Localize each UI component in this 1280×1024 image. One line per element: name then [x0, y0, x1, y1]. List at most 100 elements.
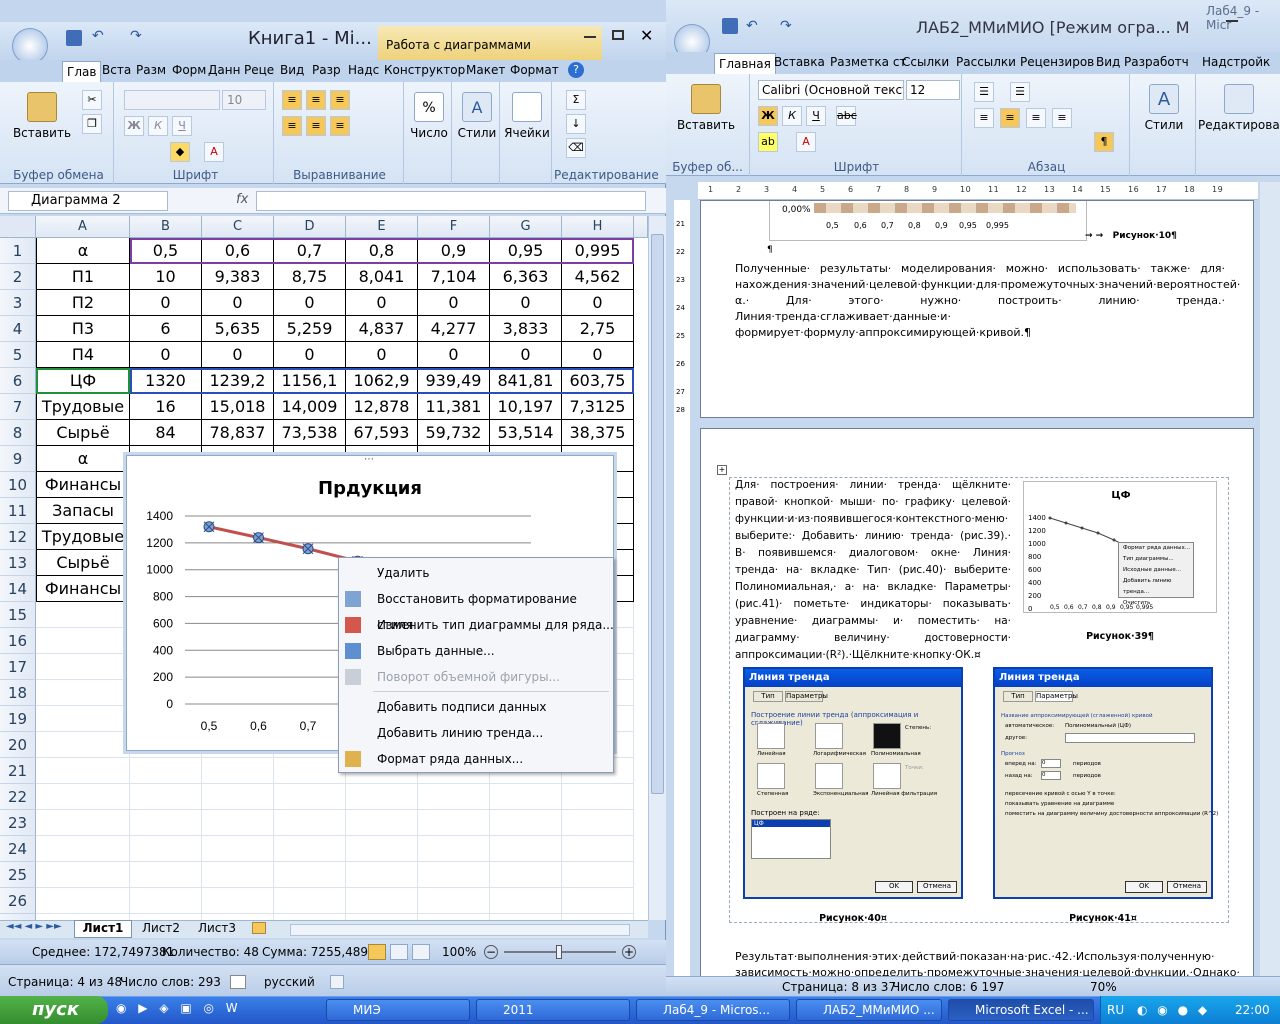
excel-cells-button[interactable]: Ячейки: [504, 92, 550, 140]
row-header[interactable]: 22: [0, 784, 36, 810]
table-cell[interactable]: 5,635: [202, 316, 274, 342]
column-header[interactable]: F: [418, 216, 490, 238]
tray-icons[interactable]: ◐ ◉ ● ◆: [1137, 996, 1210, 1024]
excel-paste-button[interactable]: Вставить: [10, 92, 74, 140]
table-cell[interactable]: [130, 888, 202, 914]
table-cell[interactable]: 3,833: [490, 316, 562, 342]
excel-tab-home[interactable]: Глав: [62, 61, 102, 83]
italic-button[interactable]: К: [782, 106, 802, 126]
cut-icon[interactable]: ✂: [82, 90, 102, 110]
table-cell[interactable]: 1062,9: [346, 368, 418, 394]
table-cell[interactable]: [202, 784, 274, 810]
table-cell[interactable]: [418, 862, 490, 888]
context-menu-item[interactable]: Восстановить форматирование стиля: [339, 586, 615, 632]
insert-sheet-icon[interactable]: [252, 922, 266, 934]
table-cell[interactable]: 0,6: [202, 238, 274, 264]
zoom-in-icon[interactable]: +: [622, 945, 636, 959]
table-cell[interactable]: Финансы: [36, 576, 130, 602]
table-cell[interactable]: [202, 810, 274, 836]
table-cell[interactable]: Трудовые: [36, 394, 130, 420]
table-cell[interactable]: [36, 628, 130, 654]
table-cell[interactable]: [130, 784, 202, 810]
row-header[interactable]: 10: [0, 472, 36, 498]
excel-tab-review[interactable]: Реце: [240, 60, 278, 82]
table-cell[interactable]: 16: [130, 394, 202, 420]
align-center-icon[interactable]: ≡: [1000, 108, 1020, 128]
scroll-thumb[interactable]: [651, 234, 664, 794]
column-header[interactable]: B: [130, 216, 202, 238]
excel-tab-insert[interactable]: Вста: [98, 60, 135, 82]
table-cell[interactable]: [130, 836, 202, 862]
chart-resize-handle-top[interactable]: ⋯: [364, 454, 374, 465]
show-marks-icon[interactable]: ¶: [1094, 132, 1114, 152]
table-cell[interactable]: 0: [202, 290, 274, 316]
table-cell[interactable]: [36, 654, 130, 680]
table-cell[interactable]: [490, 862, 562, 888]
column-header[interactable]: E: [346, 216, 418, 238]
excel-close-icon[interactable]: ✕: [640, 26, 653, 45]
font-color-icon[interactable]: A: [796, 132, 816, 152]
word-tab-addins[interactable]: Надстройк: [1198, 52, 1274, 74]
context-menu-item[interactable]: Выбрать данные...: [339, 638, 615, 664]
word-vertical-scrollbar[interactable]: [1260, 182, 1280, 976]
table-cell[interactable]: [130, 810, 202, 836]
table-cell[interactable]: [36, 706, 130, 732]
sheet-nav-icon[interactable]: ◄◄ ◄ ► ►►: [6, 921, 62, 932]
row-header[interactable]: 8: [0, 420, 36, 446]
table-cell[interactable]: [562, 888, 634, 914]
table-cell[interactable]: [36, 602, 130, 628]
row-header[interactable]: 11: [0, 498, 36, 524]
table-move-handle-icon[interactable]: +: [717, 465, 727, 475]
data-point[interactable]: [302, 543, 314, 555]
column-header[interactable]: D: [274, 216, 346, 238]
table-cell[interactable]: 841,81: [490, 368, 562, 394]
row-header[interactable]: 14: [0, 576, 36, 602]
table-cell[interactable]: [274, 836, 346, 862]
table-cell[interactable]: [490, 784, 562, 810]
taskbar-word-lab2[interactable]: ЛАБ2_ММиМИО ...: [796, 999, 942, 1021]
taskbar-folder-2011[interactable]: 2011: [476, 999, 630, 1021]
table-cell[interactable]: [36, 810, 130, 836]
excel-save-icon[interactable]: [66, 30, 82, 46]
row-header[interactable]: 15: [0, 602, 36, 628]
save-icon[interactable]: [722, 18, 738, 34]
table-cell[interactable]: 603,75: [562, 368, 634, 394]
excel-undo-icon[interactable]: ↶: [92, 28, 104, 44]
row-header[interactable]: 2: [0, 264, 36, 290]
word-tab-home[interactable]: Главная: [714, 53, 776, 75]
table-cell[interactable]: 6,363: [490, 264, 562, 290]
table-cell[interactable]: 8,041: [346, 264, 418, 290]
table-cell[interactable]: 0,5: [130, 238, 202, 264]
spellcheck-icon[interactable]: [230, 975, 246, 989]
table-cell[interactable]: [346, 784, 418, 810]
table-cell[interactable]: 7,3125: [562, 394, 634, 420]
excel-number-button[interactable]: % Число: [408, 92, 450, 140]
row-header[interactable]: 17: [0, 654, 36, 680]
table-cell[interactable]: 59,732: [418, 420, 490, 446]
table-cell[interactable]: 12,878: [346, 394, 418, 420]
data-point[interactable]: [253, 532, 264, 544]
excel-tab-developer[interactable]: Разр: [308, 60, 345, 82]
table-cell[interactable]: 0: [274, 342, 346, 368]
strike-button[interactable]: abc: [836, 106, 857, 126]
table-cell[interactable]: [346, 810, 418, 836]
align-bottom-icon[interactable]: ≡: [330, 90, 350, 110]
view-buttons[interactable]: [368, 944, 432, 960]
minimize-icon[interactable]: [1226, 20, 1238, 22]
table-cell[interactable]: 0: [130, 290, 202, 316]
quick-launch-icons[interactable]: ◉ ▶ ◈ ▣ ◎ W: [116, 1001, 242, 1015]
row-header[interactable]: 18: [0, 680, 36, 706]
table-cell[interactable]: 10: [130, 264, 202, 290]
excel-tab-view[interactable]: Вид: [276, 60, 308, 82]
excel-bold-button[interactable]: Ж: [124, 116, 144, 136]
table-cell[interactable]: 0,9: [418, 238, 490, 264]
excel-font-color-icon[interactable]: A: [204, 142, 224, 162]
context-menu-item[interactable]: Изменить тип диаграммы для ряда...: [339, 612, 615, 638]
table-cell[interactable]: 0: [562, 342, 634, 368]
row-header[interactable]: 1: [0, 238, 36, 264]
table-cell[interactable]: Сырьё: [36, 420, 130, 446]
table-cell[interactable]: [490, 810, 562, 836]
table-cell[interactable]: [130, 758, 202, 784]
excel-align-center-icon[interactable]: ≡: [306, 116, 326, 136]
table-cell[interactable]: 0: [202, 342, 274, 368]
